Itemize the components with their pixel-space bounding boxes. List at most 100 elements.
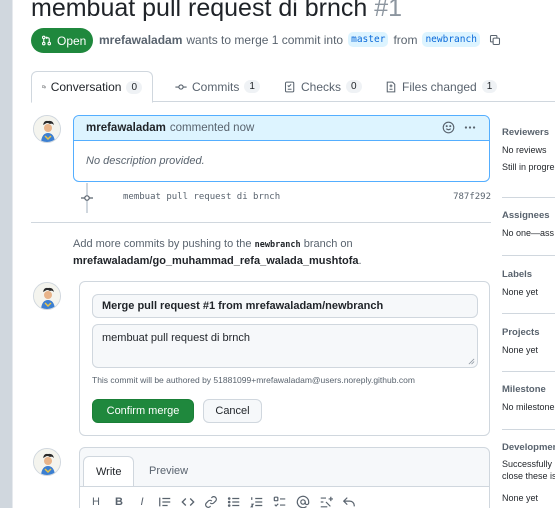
merge-commit-body-input[interactable]: membuat pull request di brnch [92, 324, 478, 368]
avatar[interactable] [33, 448, 61, 476]
tab-preview[interactable]: Preview [137, 456, 200, 486]
cancel-merge-button[interactable]: Cancel [203, 399, 262, 423]
ordered-list-icon[interactable] [250, 495, 264, 508]
copy-icon[interactable] [489, 34, 501, 46]
tab-checks-label: Checks [301, 79, 342, 94]
reply-icon[interactable] [342, 495, 356, 508]
italic-icon[interactable]: I [135, 495, 149, 508]
sidebar-reviewers-note: Still in progre [502, 162, 555, 172]
left-edge-border [12, 0, 13, 508]
avatar-image [34, 449, 60, 475]
sidebar-assignees-value: No one—ass [502, 228, 555, 238]
task-list-icon[interactable] [273, 495, 287, 508]
merge-confirm-box: Merge pull request #1 from mrefawaladam/… [79, 281, 490, 436]
avatar[interactable] [33, 282, 61, 310]
sidebar-development[interactable]: Developmen Successfully close these is N… [502, 442, 555, 504]
sidebar-labels[interactable]: Labels None yet [502, 269, 555, 301]
sidebar-development-note-2: close these is [502, 471, 555, 481]
tab-checks[interactable]: Checks 0 [274, 71, 372, 102]
sidebar-separator [502, 313, 555, 314]
left-scroll-edge [0, 0, 12, 508]
base-branch-label[interactable]: master [348, 32, 389, 47]
code-icon[interactable] [181, 495, 195, 508]
comment-body: No description provided. [86, 155, 205, 167]
sidebar-labels-value: None yet [502, 287, 539, 297]
tab-commits[interactable]: Commits 1 [165, 71, 270, 102]
timeline-commit-row: membuat pull request di brnch 787f292 [81, 191, 491, 205]
confirm-merge-button[interactable]: Confirm merge [92, 399, 194, 423]
git-commit-icon [81, 195, 93, 201]
push-hint-suffix: . [358, 255, 362, 267]
pr-from-text: from [393, 32, 418, 47]
pr-meta-line: mrefawaladam wants to merge 1 commit int… [99, 32, 501, 47]
avatar[interactable] [33, 115, 61, 143]
sidebar-assignees[interactable]: Assignees No one—ass [502, 210, 555, 242]
commit-message[interactable]: membuat pull request di brnch [123, 192, 280, 202]
tab-conversation[interactable]: Conversation 0 [31, 71, 153, 103]
tab-files-changed-label: Files changed [402, 79, 477, 94]
sidebar-labels-heading[interactable]: Labels [502, 269, 555, 280]
sidebar-separator [502, 255, 555, 256]
tab-conversation-label: Conversation [50, 80, 122, 94]
comment-author[interactable]: mrefawaladam [86, 122, 166, 134]
pr-state-badge: Open [31, 28, 93, 53]
pr-author-link[interactable]: mrefawaladam [99, 33, 182, 47]
avatar-image [34, 116, 60, 142]
sidebar-separator [502, 371, 555, 372]
git-pull-request-icon [41, 35, 52, 46]
markdown-toolbar: H B I [80, 486, 489, 508]
heading-icon[interactable]: H [89, 495, 103, 508]
tab-files-changed-count: 1 [481, 80, 498, 93]
sidebar-projects[interactable]: Projects None yet [502, 327, 555, 359]
merge-commit-title-input[interactable]: Merge pull request #1 from mrefawaladam/… [92, 294, 478, 318]
git-commit-icon [175, 83, 187, 90]
tab-checks-count: 0 [346, 80, 362, 93]
sidebar-milestone[interactable]: Milestone No milestone [502, 384, 555, 416]
sidebar-assignees-heading[interactable]: Assignees [502, 210, 555, 221]
push-hint-middle: branch on [303, 238, 353, 250]
sidebar-projects-heading[interactable]: Projects [502, 327, 555, 338]
tab-write[interactable]: Write [83, 456, 135, 487]
sidebar-reviewers-value: No reviews [502, 145, 547, 155]
quote-icon[interactable] [158, 495, 172, 508]
tab-files-changed[interactable]: Files changed 1 [375, 71, 507, 102]
head-branch-label[interactable]: newbranch [422, 32, 480, 47]
tab-conversation-count: 0 [126, 80, 142, 94]
pr-title-text: membuat pull request di brnch [31, 0, 368, 22]
push-hint-prefix: Add more commits by pushing to the [73, 238, 252, 250]
smiley-icon[interactable] [442, 121, 455, 134]
pr-tab-bar: Conversation 0 Commits 1 Checks 0 Files … [31, 71, 555, 103]
sidebar-reviewers[interactable]: Reviewers No reviews Still in progre [502, 127, 555, 176]
link-icon[interactable] [204, 495, 218, 508]
sidebar-reviewers-heading[interactable]: Reviewers [502, 127, 555, 138]
sidebar-separator [502, 197, 555, 198]
new-comment-editor: Write Preview H B I [79, 447, 490, 508]
pr-description-comment: mrefawaladam commented now No descriptio… [73, 115, 490, 182]
sidebar-milestone-value: No milestone [502, 402, 555, 412]
mention-icon[interactable] [296, 495, 310, 508]
unordered-list-icon[interactable] [227, 495, 241, 508]
sidebar-projects-value: None yet [502, 345, 539, 355]
sidebar-development-heading[interactable]: Developmen [502, 442, 555, 453]
comment-header: mrefawaladam commented now [74, 116, 489, 141]
cross-reference-icon[interactable] [319, 495, 333, 508]
sidebar-separator [502, 429, 555, 430]
push-hint-branch: newbranch [254, 240, 301, 250]
resize-grip-icon[interactable] [468, 358, 475, 365]
kebab-horizontal-icon[interactable] [463, 121, 477, 134]
comment-actions [442, 121, 477, 134]
pr-state-label: Open [57, 33, 87, 48]
checklist-icon [284, 81, 295, 92]
sidebar-development-note: Successfully [502, 459, 553, 469]
merge-author-note: This commit will be authored by 51881099… [92, 375, 415, 385]
bold-icon[interactable]: B [112, 495, 126, 508]
sidebar-milestone-heading[interactable]: Milestone [502, 384, 555, 395]
comment-action: commented now [169, 122, 255, 134]
file-diff-icon [386, 81, 396, 92]
pr-number: #1 [374, 0, 403, 22]
push-hint-repo[interactable]: mrefawaladam/go_muhammad_refa_walada_mus… [73, 255, 359, 267]
push-hint: Add more commits by pushing to the newbr… [73, 236, 493, 269]
commit-sha[interactable]: 787f292 [453, 192, 491, 202]
sidebar-development-value: None yet [502, 493, 539, 503]
timeline-divider [31, 222, 491, 223]
